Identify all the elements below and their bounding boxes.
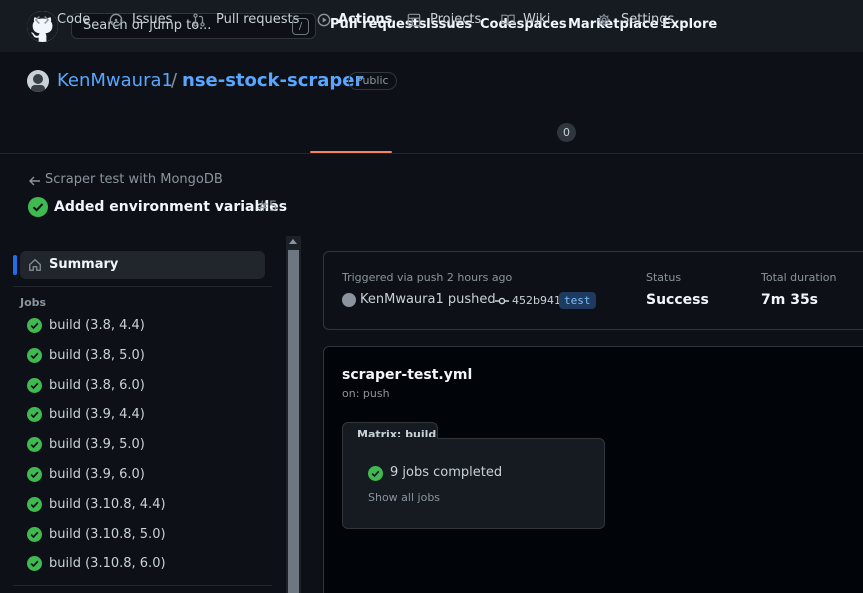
workflow-file-name: scraper-test.yml bbox=[342, 367, 473, 383]
repo-name-link[interactable]: nse-stock-scraper bbox=[182, 70, 363, 91]
summary-active-indicator bbox=[13, 255, 17, 275]
active-tab-indicator bbox=[310, 151, 392, 153]
issue-icon bbox=[109, 13, 123, 27]
check-circle-icon bbox=[27, 527, 42, 542]
trigger-text: Triggered via push 2 hours ago bbox=[342, 271, 513, 284]
check-circle-icon bbox=[368, 466, 383, 481]
duration-value: 7m 35s bbox=[761, 292, 819, 308]
duration-label: Total duration bbox=[761, 271, 837, 284]
job-label: build (3.10.8, 4.4) bbox=[49, 497, 166, 512]
job-label: build (3.8, 6.0) bbox=[49, 378, 145, 393]
summary-nav-item[interactable]: Summary bbox=[20, 251, 265, 279]
sidebar-divider bbox=[13, 585, 272, 586]
arrow-left-icon bbox=[29, 176, 40, 186]
run-trigger-card bbox=[323, 251, 863, 330]
sidebar-job-item[interactable]: build (3.8, 5.0) bbox=[20, 345, 270, 369]
sidebar-job-item[interactable]: build (3.9, 4.4) bbox=[20, 404, 270, 428]
tab-label: Code bbox=[57, 12, 91, 27]
code-icon bbox=[35, 16, 49, 24]
tab-label: Actions bbox=[338, 12, 393, 27]
actor-avatar bbox=[342, 293, 356, 307]
visibility-badge: Public bbox=[348, 72, 397, 90]
job-label: build (3.8, 5.0) bbox=[49, 348, 145, 363]
run-number: #5 bbox=[257, 199, 278, 215]
sidebar-job-item[interactable]: build (3.10.8, 5.0) bbox=[20, 524, 270, 548]
tab-label: Wiki bbox=[523, 12, 551, 27]
sidebar-job-item[interactable]: build (3.9, 5.0) bbox=[20, 434, 270, 458]
gear-icon bbox=[597, 13, 611, 27]
check-circle-icon bbox=[27, 556, 42, 571]
check-circle-icon bbox=[27, 378, 42, 393]
run-title-text: Added environment variables bbox=[54, 199, 288, 215]
scroll-up-arrow-icon[interactable] bbox=[289, 239, 297, 244]
sidebar-job-item[interactable]: build (3.9, 6.0) bbox=[20, 464, 270, 488]
job-label: build (3.8, 4.4) bbox=[49, 318, 145, 333]
jobs-heading: Jobs bbox=[20, 296, 47, 309]
matrix-tab-join bbox=[343, 437, 437, 440]
commit-sha-link[interactable]: 452b941 bbox=[512, 294, 561, 307]
summary-label: Summary bbox=[49, 257, 119, 272]
book-icon bbox=[501, 14, 515, 26]
show-all-jobs-link[interactable]: Show all jobs bbox=[368, 491, 440, 504]
check-circle-icon bbox=[27, 348, 42, 363]
wiki-count-badge: 0 bbox=[557, 123, 576, 142]
sidebar-job-item[interactable]: build (3.8, 6.0) bbox=[20, 375, 270, 399]
sidebar-job-item[interactable]: build (3.10.8, 4.4) bbox=[20, 494, 270, 518]
workflow-name: Scraper test with MongoDB bbox=[45, 172, 223, 187]
jobs-completed-text: 9 jobs completed bbox=[390, 465, 503, 480]
check-circle-icon bbox=[27, 318, 42, 333]
table-icon bbox=[407, 13, 421, 27]
commit-icon bbox=[495, 297, 509, 305]
job-label: build (3.9, 6.0) bbox=[49, 467, 145, 482]
check-circle-icon bbox=[27, 497, 42, 512]
repo-separator: / bbox=[171, 70, 178, 91]
repo-tabs bbox=[0, 112, 863, 154]
job-label: build (3.10.8, 5.0) bbox=[49, 527, 166, 542]
sidebar-job-item[interactable]: build (3.10.8, 6.0) bbox=[20, 553, 270, 577]
check-circle-icon bbox=[28, 197, 48, 217]
sidebar-divider bbox=[13, 286, 272, 287]
scrollbar-thumb[interactable] bbox=[288, 250, 299, 593]
job-label: build (3.9, 5.0) bbox=[49, 437, 145, 452]
matrix-card[interactable] bbox=[342, 438, 605, 529]
branch-tag[interactable]: test bbox=[559, 292, 596, 309]
job-label: build (3.10.8, 6.0) bbox=[49, 556, 166, 571]
actor-name: KenMwaura1 pushed bbox=[360, 292, 496, 307]
workflow-trigger: on: push bbox=[342, 387, 390, 400]
check-circle-icon bbox=[27, 467, 42, 482]
pull-request-icon bbox=[193, 13, 205, 27]
tab-label: Projects bbox=[430, 12, 482, 27]
tab-label: Issues bbox=[132, 12, 173, 27]
play-icon bbox=[317, 13, 331, 27]
repo-owner-link[interactable]: KenMwaura1 bbox=[57, 70, 173, 91]
check-circle-icon bbox=[27, 437, 42, 452]
status-label: Status bbox=[646, 271, 682, 284]
sidebar-job-item[interactable]: build (3.8, 4.4) bbox=[20, 315, 270, 339]
owner-avatar[interactable] bbox=[27, 70, 49, 92]
check-circle-icon bbox=[27, 407, 42, 422]
tab-label: Settings bbox=[621, 12, 675, 27]
tab-label: Pull requests bbox=[216, 12, 300, 27]
home-icon bbox=[29, 258, 41, 271]
job-label: build (3.9, 4.4) bbox=[49, 407, 145, 422]
status-value: Success bbox=[646, 292, 709, 308]
